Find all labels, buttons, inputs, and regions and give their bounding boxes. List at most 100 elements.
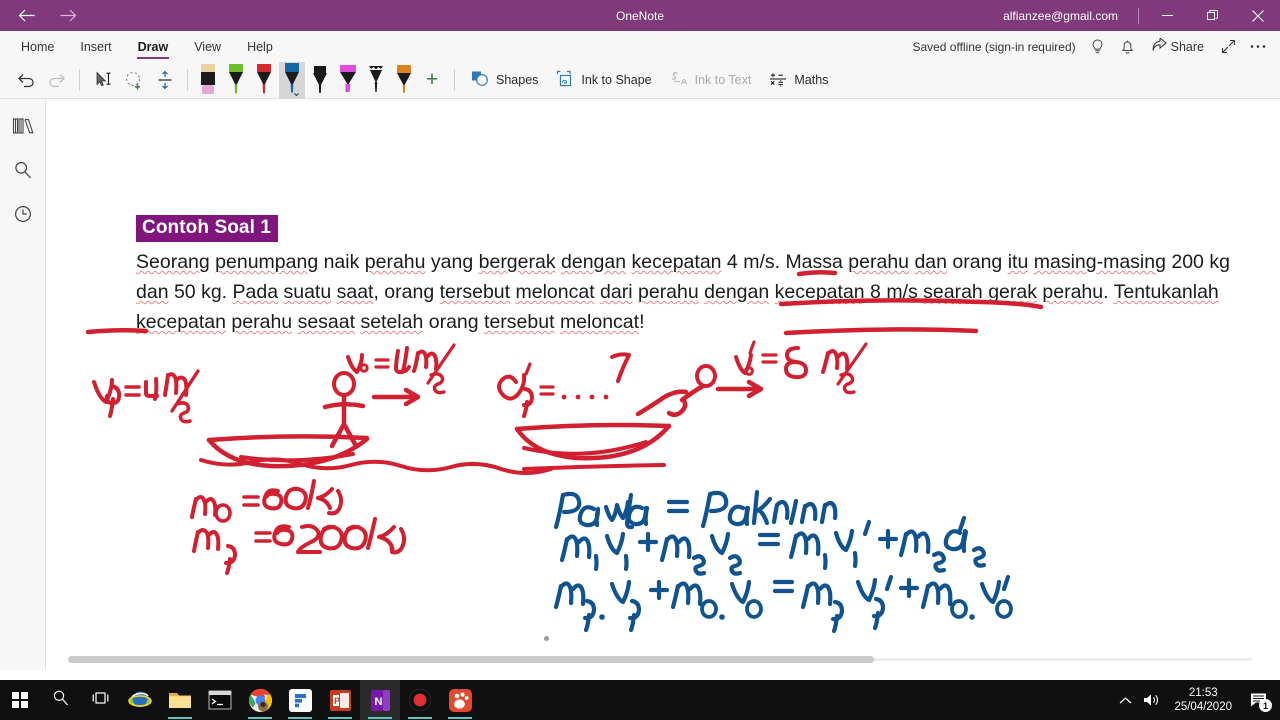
notebooks-icon[interactable] [8,111,38,141]
clock-date: 25/04/2020 [1174,701,1232,713]
ink-to-text-button[interactable]: Ink to Text [661,65,761,95]
taskbar-app-google-chrome[interactable] [240,680,280,720]
note-word: kecepatan [631,251,722,273]
note-word: setelah [360,311,424,333]
clock[interactable]: 21:53 25/04/2020 [1164,686,1242,714]
share-label: Share [1170,39,1204,54]
ink-to-text-icon [670,70,689,91]
close-button[interactable] [1235,0,1280,31]
bell-icon[interactable] [1114,33,1142,61]
tab-draw[interactable]: Draw [125,31,182,62]
note-word: suatu [283,281,332,303]
divider [1138,7,1139,24]
ink-to-shape-label: Ink to Shape [581,73,652,87]
speaker-icon[interactable] [1138,680,1164,720]
search-icon[interactable] [8,155,38,185]
add-pen-button[interactable]: + [417,65,447,95]
taskbar-app-command-prompt[interactable] [200,680,240,720]
pen-red[interactable] [251,62,277,99]
undo-icon[interactable] [10,65,41,96]
note-word: dengan [561,251,627,273]
note-word: gerak [988,281,1037,303]
note-word: dengan [704,281,770,303]
pen-eraser[interactable] [195,62,221,99]
note-word: tersebut [484,311,555,333]
save-status-label: Saved offline (sign-in required) [912,39,1076,54]
note-paragraph[interactable]: Seorang penumpang naik perahu yang berge… [136,247,1266,337]
note-word: sesaat [297,311,356,333]
tab-home[interactable]: Home [8,31,67,62]
windows-logo-icon [12,692,28,708]
insert-space-icon[interactable] [149,65,180,96]
system-tray: 21:53 25/04/2020 1 [1112,680,1280,720]
maths-button[interactable]: Maths [760,65,837,95]
note-word: perahu [231,311,293,333]
back-button[interactable] [8,2,44,30]
note-word: tersebut [439,281,511,303]
maths-label: Maths [794,73,829,87]
note-word: kecepatan [774,281,865,303]
note-word: saat [336,281,374,303]
notification-count-badge: 1 [1259,699,1272,712]
type-select-icon[interactable] [87,65,118,96]
note-word: meloncat [515,281,595,303]
pen-gallery [195,61,417,99]
tab-help[interactable]: Help [234,31,286,62]
pen-green[interactable] [223,62,249,99]
draw-toolbar: + Shapes Ink to Shape Ink to Text Maths [0,61,1280,99]
pencil-black[interactable] [363,62,389,99]
left-rail [0,99,46,670]
taskbar-app-gom-player[interactable] [440,680,480,720]
minimize-button[interactable] [1145,0,1190,31]
scrollbar-thumb[interactable] [68,656,874,663]
highlighter-magenta[interactable] [335,62,361,99]
tab-insert[interactable]: Insert [67,31,124,62]
taskbar-app-figma[interactable] [280,680,320,720]
ink-cursor-dot [544,636,549,641]
taskbar-app-powerpoint[interactable]: P [320,680,360,720]
note-word: perahu [848,251,910,273]
page-title[interactable]: Contoh Soal 1 [136,215,279,242]
action-center-icon[interactable]: 1 [1242,680,1276,720]
horizontal-scrollbar[interactable] [68,654,1252,664]
maximize-restore-button[interactable] [1190,0,1235,31]
taskbar-search-button[interactable] [40,680,80,720]
pen-black[interactable] [307,62,333,99]
taskbar-app-onenote[interactable]: N [360,680,400,720]
share-button[interactable]: Share [1144,34,1212,60]
pen-orange[interactable] [391,62,417,99]
ink-to-text-label: Ink to Text [694,73,752,87]
note-word: perahu [1042,281,1104,303]
lasso-select-icon[interactable] [118,65,149,96]
tab-view[interactable]: View [181,31,234,62]
pen-blue[interactable] [279,61,305,99]
task-view-icon [91,690,110,711]
maths-icon [769,70,788,91]
ellipsis-icon[interactable] [1244,33,1272,61]
divider [79,69,80,91]
clock-icon[interactable] [8,199,38,229]
note-page[interactable]: Contoh Soal 1 Seorang penumpang naik per… [46,99,1280,670]
share-icon [1152,36,1167,55]
taskbar-app-screen-recorder[interactable] [400,680,440,720]
shapes-button[interactable]: Shapes [462,65,547,95]
forward-button[interactable] [50,2,86,30]
lightbulb-icon[interactable] [1084,33,1112,61]
task-view-button[interactable] [80,680,120,720]
note-word: Seorang [136,251,210,273]
note-word: dari [600,281,633,303]
note-word: bergerak [478,251,556,273]
taskbar: P N 21:53 25/04/2020 1 [0,680,1280,720]
expand-diagonal-icon[interactable] [1214,33,1242,61]
search-icon [52,689,69,711]
start-button[interactable] [0,680,40,720]
ink-to-shape-button[interactable]: Ink to Shape [547,65,660,95]
chevron-up-icon[interactable] [1112,680,1138,720]
note-word: Pada [232,281,279,303]
taskbar-app-file-explorer[interactable] [160,680,200,720]
account-email[interactable]: alfianzee@gmail.com [989,9,1132,23]
title-bar-right: alfianzee@gmail.com [989,0,1280,31]
redo-icon[interactable] [41,65,72,96]
ink-layer [85,269,1044,634]
taskbar-app-internet-explorer[interactable] [120,680,160,720]
